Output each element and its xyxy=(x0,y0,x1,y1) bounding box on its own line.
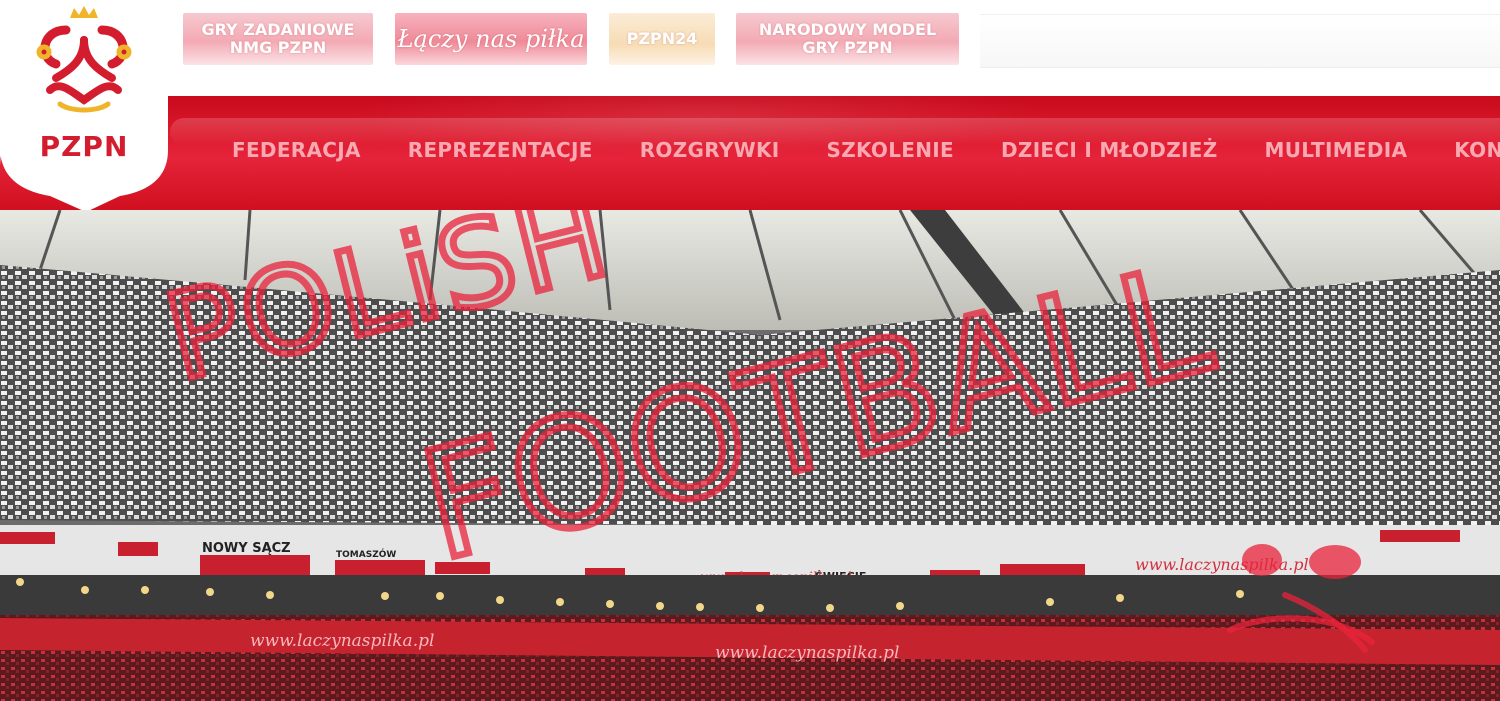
promo-narodowy-model-line2: GRY PZPN xyxy=(802,38,893,57)
logo-wordmark: PZPN xyxy=(39,130,129,163)
pzpn-logo[interactable]: PZPN xyxy=(0,0,170,215)
banner-url-upper-2: www.laczynaspilka.pl xyxy=(1135,555,1309,574)
nav-item-reprezentacje[interactable]: REPREZENTACJE xyxy=(408,138,593,168)
lower-tier xyxy=(0,575,1500,620)
hero-stadium-image: NOWY SĄCZ TOMASZÓW ŚWIECIE www.laczynasp… xyxy=(0,210,1500,701)
promo-narodowy-model[interactable]: NARODOWY MODEL GRY PZPN xyxy=(736,13,959,65)
nav-item-szkolenie[interactable]: SZKOLENIE xyxy=(827,138,954,168)
nav-item-kontakt[interactable]: KONTAKT xyxy=(1454,138,1500,168)
top-bar: GRY ZADANIOWE NMG PZPN Łączy nas piłka P… xyxy=(0,0,1500,97)
nav-item-dzieci-i-mlodziez[interactable]: DZIECI I MŁODZIEŻ xyxy=(1001,138,1218,168)
main-nav-band: FEDERACJA REPREZENTACJE ROZGRYWKI SZKOLE… xyxy=(0,96,1500,210)
stadium-illustration: NOWY SĄCZ TOMASZÓW ŚWIECIE www.laczynasp… xyxy=(0,210,1500,701)
banner-url-lower-2: www.laczynaspilka.pl xyxy=(715,643,899,663)
banner-tomaszow: TOMASZÓW xyxy=(336,548,396,560)
nav-item-multimedia[interactable]: MULTIMEDIA xyxy=(1265,138,1408,168)
nav-item-rozgrywki[interactable]: ROZGRYWKI xyxy=(640,138,780,168)
header-search-area[interactable] xyxy=(980,14,1500,68)
promo-laczy-nas-pilka[interactable]: Łączy nas piłka xyxy=(395,13,587,65)
banner-url-lower-1: www.laczynaspilka.pl xyxy=(250,631,434,651)
banner-nowy-sacz: NOWY SĄCZ xyxy=(202,541,291,556)
promo-pzpn24[interactable]: PZPN24 xyxy=(609,13,715,65)
nav-item-federacja[interactable]: FEDERACJA xyxy=(232,138,361,168)
promo-pzpn24-label: PZPN24 xyxy=(626,29,698,48)
promo-gry-zadaniowe[interactable]: GRY ZADANIOWE NMG PZPN xyxy=(183,13,373,65)
main-nav: FEDERACJA REPREZENTACJE ROZGRYWKI SZKOLE… xyxy=(232,138,1500,168)
promo-gry-zadaniowe-line2: NMG PZPN xyxy=(229,38,327,57)
shield-icon xyxy=(0,0,168,212)
promo-gry-zadaniowe-line1: GRY ZADANIOWE xyxy=(201,20,355,39)
promo-laczy-nas-pilka-label: Łączy nas piłka xyxy=(397,25,585,53)
promo-narodowy-model-line1: NARODOWY MODEL xyxy=(758,20,937,39)
